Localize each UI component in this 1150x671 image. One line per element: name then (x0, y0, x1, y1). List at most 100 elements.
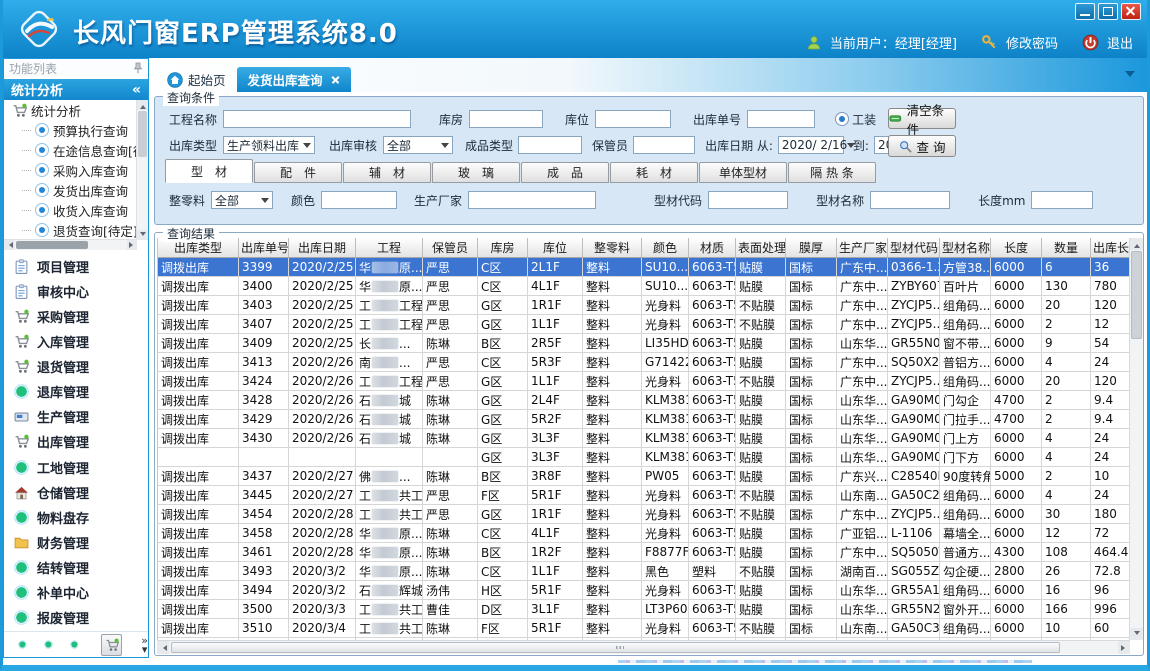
close-button[interactable] (1121, 3, 1141, 20)
table-row[interactable]: 调拨出库34002020/2/25华原...严思C区4L1F整料SU10...6… (158, 277, 1130, 296)
profile-name-input[interactable] (870, 191, 950, 209)
scrollbar-thumb[interactable] (138, 111, 147, 157)
search-button[interactable]: 查 询 (888, 135, 956, 157)
column-header[interactable]: 长度 (991, 238, 1042, 258)
order-no-input[interactable] (747, 110, 815, 128)
clear-conditions-button[interactable]: 清空条件 (888, 108, 956, 129)
sidebar-item-dot[interactable]: 报废管理 (4, 608, 148, 627)
sidebar-item-dot[interactable]: 物料盘存 (4, 508, 148, 527)
material-tab[interactable]: 单体型材 (699, 162, 787, 183)
maximize-button[interactable] (1098, 3, 1118, 20)
section-header[interactable]: 统计分析 « (4, 79, 148, 100)
radio-work-install[interactable] (835, 112, 849, 126)
column-header[interactable]: 出库长度 (1091, 238, 1131, 258)
tree-item[interactable]: 在途信息查询[待 (4, 140, 148, 160)
tree-item[interactable]: 预算执行查询 (4, 120, 148, 140)
sidebar-item-cart[interactable]: 入库管理 (4, 332, 148, 351)
minimize-button[interactable] (1075, 3, 1095, 20)
sidebar-item-machine[interactable]: 生产管理 (4, 407, 148, 426)
table-row[interactable]: 调拨出库34072020/2/25工工程严思G区1L1F整料光身料6063-T5… (158, 315, 1130, 334)
project-name-input[interactable] (223, 110, 411, 128)
scrollbar-thumb[interactable] (16, 241, 88, 249)
green-dot-icon[interactable] (18, 638, 27, 651)
column-header[interactable]: 出库单号 (239, 238, 289, 258)
table-row[interactable]: G区3L3F整料KLM38176063-T5贴膜国标山东华...GA90M09.… (158, 448, 1130, 467)
column-header[interactable]: 出库日期 (289, 238, 356, 258)
cart-shortcut-button[interactable] (101, 634, 122, 656)
pin-icon[interactable] (133, 62, 143, 74)
scroll-left-icon[interactable] (157, 641, 169, 654)
green-dot-icon[interactable] (44, 638, 53, 651)
sidebar-item-dot[interactable]: 工地管理 (4, 458, 148, 477)
column-header[interactable]: 库位 (528, 238, 583, 258)
table-row[interactable]: 调拨出库34452020/2/27工共工程严思F区5R1F整料光身料6063-T… (158, 486, 1130, 505)
column-header[interactable]: 颜色 (642, 238, 689, 258)
table-row[interactable]: 调拨出库35002020/3/3工共工程曹佳D区3L1F整料LT3P606063… (158, 600, 1130, 619)
maker-input[interactable] (468, 191, 596, 209)
table-row[interactable]: 调拨出库34372020/2/27佛...陈琳B区3R8F整料PW056063-… (158, 467, 1130, 486)
sidebar-item-cart[interactable]: 退货管理 (4, 357, 148, 376)
table-row[interactable]: 调拨出库33992020/2/25华原...严思C区2L1F整料SU10...6… (158, 258, 1130, 277)
date-from-select[interactable]: 2020/ 2/16 (778, 136, 844, 154)
profile-code-input[interactable] (708, 191, 788, 209)
material-tab[interactable]: 玻 璃 (432, 162, 520, 183)
column-header[interactable]: 库房 (478, 238, 528, 258)
sidebar-item-clipboard[interactable]: 审核中心 (4, 282, 148, 301)
tree-root[interactable]: 统计分析 (4, 100, 148, 120)
scrollbar-thumb[interactable] (1131, 251, 1142, 339)
column-header[interactable]: 生产厂家 (837, 238, 888, 258)
table-row[interactable]: 调拨出库34132020/2/26南...严思C区5R3F整料G71422606… (158, 353, 1130, 372)
material-tab[interactable]: 配 件 (254, 162, 342, 183)
table-row[interactable]: 调拨出库34032020/2/25工工程严思G区1R1F整料光身料6063-T5… (158, 296, 1130, 315)
column-header[interactable]: 型材代码 (888, 238, 940, 258)
tree-item[interactable]: 发货出库查询 (4, 180, 148, 200)
material-tab[interactable]: 耗 材 (610, 162, 698, 183)
column-header[interactable]: 表面处理 (736, 238, 786, 258)
scroll-left-icon[interactable] (4, 240, 14, 250)
green-dot-icon[interactable] (70, 638, 79, 651)
tab-close-icon[interactable] (331, 75, 340, 84)
material-tab[interactable]: 隔 热 条 (788, 162, 876, 183)
column-header[interactable]: 整零料 (583, 238, 642, 258)
collapse-icon[interactable]: « (132, 82, 141, 98)
tree-item[interactable]: 采购入库查询 (4, 160, 148, 180)
scroll-right-icon[interactable] (1118, 641, 1130, 654)
length-input[interactable] (1031, 191, 1093, 209)
tree-horizontal-scrollbar[interactable] (4, 239, 137, 250)
scroll-up-icon[interactable] (137, 100, 148, 110)
table-row[interactable]: 调拨出库34612020/2/28华原...陈琳B区1R2F整料F8877FT6… (158, 543, 1130, 562)
table-row[interactable]: 调拨出库35102020/3/4工共工程陈琳F区5R1F整料光身料6063-T5… (158, 619, 1130, 638)
sidebar-item-dot[interactable]: 结转管理 (4, 558, 148, 577)
results-vertical-scrollbar[interactable] (1129, 238, 1143, 640)
location-input[interactable] (595, 110, 671, 128)
material-tab[interactable]: 辅 材 (343, 162, 431, 183)
sidebar-item-cart[interactable]: 出库管理 (4, 432, 148, 451)
column-header[interactable]: 保管员 (423, 238, 478, 258)
material-tab[interactable]: 型 材 (165, 159, 253, 183)
sidebar-item-dot[interactable]: 补单中心 (4, 583, 148, 602)
product-type-input[interactable] (518, 136, 582, 154)
scroll-down-icon[interactable] (1130, 628, 1143, 640)
audit-select[interactable]: 全部 (383, 136, 453, 154)
logout-link[interactable]: 退出 (1107, 33, 1133, 52)
tree-vertical-scrollbar[interactable] (136, 100, 148, 240)
column-header[interactable]: 工程 (356, 238, 423, 258)
overflow-chevron-icon[interactable]: »▾ (141, 636, 148, 654)
whole-part-select[interactable]: 全部 (211, 191, 273, 209)
sidebar-item-cart[interactable]: 采购管理 (4, 307, 148, 326)
tree-item[interactable]: 退货查询[待定] (4, 220, 148, 240)
tab-shipment-query[interactable]: 发货出库查询 (237, 67, 351, 92)
column-header[interactable]: 材质 (689, 238, 736, 258)
change-password-link[interactable]: 修改密码 (1006, 33, 1058, 52)
scroll-down-icon[interactable] (137, 230, 148, 240)
table-row[interactable]: 调拨出库34942020/3/2石辉城汤伟H区5R1F整料光身料6063-T5贴… (158, 581, 1130, 600)
table-row[interactable]: 调拨出库34542020/2/28工共工程严思G区1R1F整料光身料6063-T… (158, 505, 1130, 524)
column-header[interactable]: 数量 (1042, 238, 1091, 258)
results-horizontal-scrollbar[interactable] (157, 640, 1130, 654)
table-row[interactable]: 调拨出库34092020/2/25长...陈琳B区2R5F整料LI35HD606… (158, 334, 1130, 353)
tab-list-dropdown-icon[interactable] (1125, 71, 1135, 77)
column-header[interactable]: 膜厚 (786, 238, 837, 258)
material-tab[interactable]: 成 品 (521, 162, 609, 183)
table-row[interactable]: 调拨出库34292020/2/26石城陈琳G区5R2F整料KLM38176063… (158, 410, 1130, 429)
out-type-select[interactable]: 生产领料出库 (223, 136, 315, 154)
